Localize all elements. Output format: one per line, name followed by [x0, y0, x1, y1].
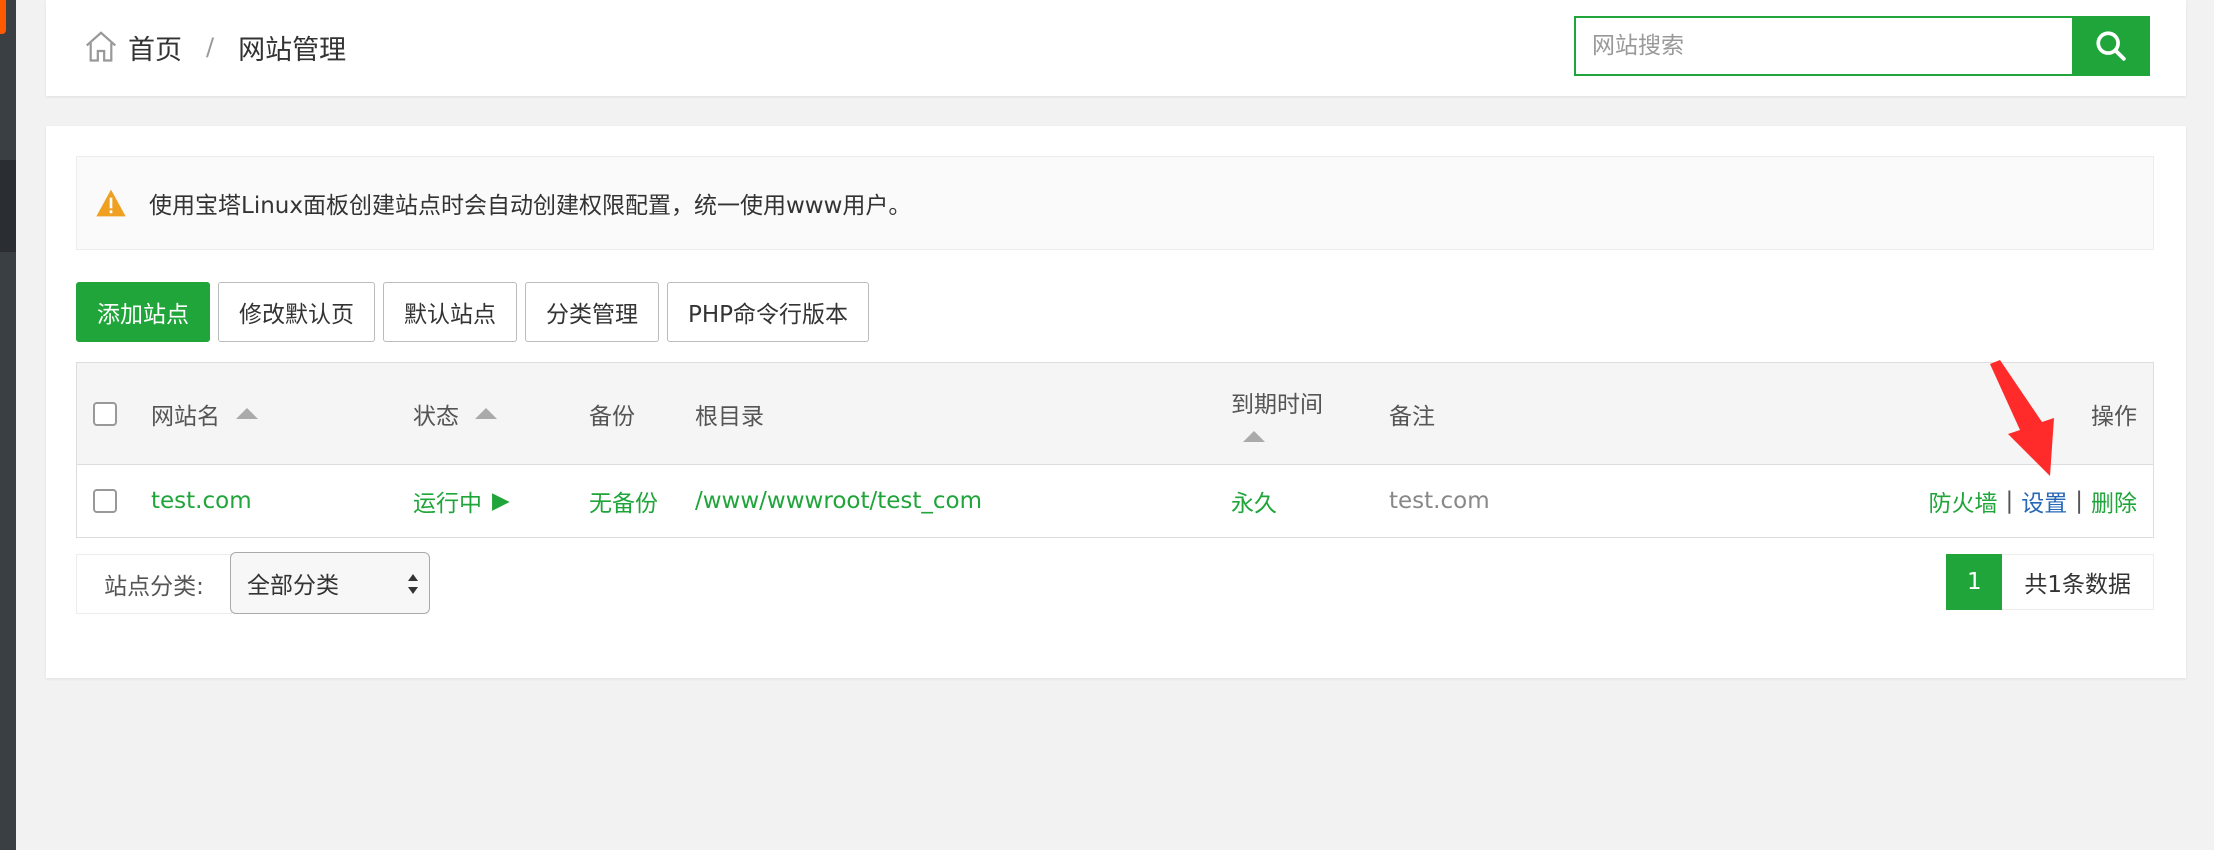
page-button-1[interactable]: 1 — [1946, 554, 2003, 610]
breadcrumb-current: 网站管理 — [238, 34, 347, 66]
select-all-checkbox[interactable] — [93, 401, 117, 426]
php-cli-version-button[interactable]: PHP命令行版本 — [667, 282, 870, 342]
site-table: 网站名 状态 备份 根目录 到期时间 备注 操作 test.com 运行中 ▶ … — [76, 362, 2154, 538]
default-site-button[interactable]: 默认站点 — [383, 282, 517, 342]
action-separator: | — [2005, 488, 2014, 514]
header-status-label: 状态 — [413, 403, 459, 430]
site-management-card: 使用宝塔Linux面板创建站点时会自动创建权限配置，统一使用www用户。 添加站… — [46, 126, 2186, 678]
row-select-cell — [93, 465, 117, 537]
site-search-input[interactable] — [1574, 16, 2072, 76]
search-icon — [2096, 31, 2126, 61]
notice-text: 使用宝塔Linux面板创建站点时会自动创建权限配置，统一使用www用户。 — [149, 193, 912, 219]
warning-icon — [96, 189, 126, 217]
header-remark: 备注 — [1389, 363, 1435, 464]
table-footer: 站点分类: 全部分类 1 共1条数据 — [76, 552, 2154, 616]
left-sidebar-edge — [0, 0, 16, 850]
remark-field[interactable]: test.com — [1389, 465, 1490, 537]
action-separator: | — [2075, 488, 2083, 514]
firewall-link[interactable]: 防火墙 — [1929, 484, 1998, 518]
header-card: 首页 / 网站管理 — [46, 0, 2186, 96]
delete-link[interactable]: 删除 — [2091, 484, 2137, 518]
category-label: 站点分类: — [76, 554, 232, 614]
header-remark-label: 备注 — [1389, 403, 1435, 430]
header-actions-label: 操作 — [2091, 403, 2137, 430]
total-count: 共1条数据 — [2002, 554, 2154, 610]
select-arrows-icon — [408, 574, 418, 594]
category-selected-value: 全部分类 — [247, 573, 339, 599]
toolbar: 添加站点 修改默认页 默认站点 分类管理 PHP命令行版本 — [76, 282, 870, 342]
search-button[interactable] — [2072, 16, 2150, 76]
add-site-button[interactable]: 添加站点 — [76, 282, 210, 342]
header-status[interactable]: 状态 — [413, 363, 497, 464]
header-site-name-label: 网站名 — [151, 403, 220, 430]
permission-notice: 使用宝塔Linux面板创建站点时会自动创建权限配置，统一使用www用户。 — [76, 156, 2154, 250]
breadcrumb-separator: / — [206, 33, 215, 61]
backup-link[interactable]: 无备份 — [589, 465, 658, 537]
header-site-name[interactable]: 网站名 — [151, 363, 258, 464]
table-header: 网站名 状态 备份 根目录 到期时间 备注 操作 — [77, 363, 2153, 465]
sort-up-icon[interactable] — [1243, 431, 1265, 442]
site-search — [1574, 16, 2150, 76]
table-row: test.com 运行中 ▶ 无备份 /www/wwwroot/test_com… — [77, 465, 2153, 537]
category-manage-button[interactable]: 分类管理 — [525, 282, 659, 342]
edit-default-page-button[interactable]: 修改默认页 — [218, 282, 375, 342]
home-icon[interactable] — [82, 28, 120, 66]
status-toggle[interactable]: 运行中 ▶ — [413, 465, 510, 537]
header-actions: 操作 — [2091, 363, 2137, 464]
breadcrumb: 首页 / 网站管理 — [82, 22, 346, 72]
header-backup: 备份 — [589, 363, 635, 464]
header-root-dir: 根目录 — [695, 363, 764, 464]
site-name-link[interactable]: test.com — [151, 465, 252, 537]
pagination: 1 共1条数据 — [1946, 554, 2154, 610]
header-root-dir-label: 根目录 — [695, 403, 764, 430]
row-checkbox[interactable] — [93, 489, 117, 513]
root-dir-link[interactable]: /www/wwwroot/test_com — [695, 465, 982, 537]
sidebar-active-block — [0, 160, 16, 252]
sort-up-icon[interactable] — [475, 408, 497, 419]
category-select[interactable]: 全部分类 — [230, 552, 430, 614]
header-expire-time[interactable]: 到期时间 — [1231, 363, 1323, 464]
breadcrumb-home[interactable]: 首页 — [128, 28, 182, 67]
header-expire-time-label: 到期时间 — [1231, 392, 1323, 418]
select-all-cell — [93, 363, 117, 464]
status-text: 运行中 — [413, 491, 482, 517]
expire-time-link[interactable]: 永久 — [1231, 465, 1277, 537]
play-icon: ▶ — [492, 488, 510, 514]
header-backup-label: 备份 — [589, 403, 635, 430]
settings-link[interactable]: 设置 — [2021, 484, 2067, 518]
sidebar-active-marker — [0, 0, 6, 34]
sort-up-icon[interactable] — [236, 408, 258, 419]
annotation-arrow-icon — [1990, 360, 2054, 476]
